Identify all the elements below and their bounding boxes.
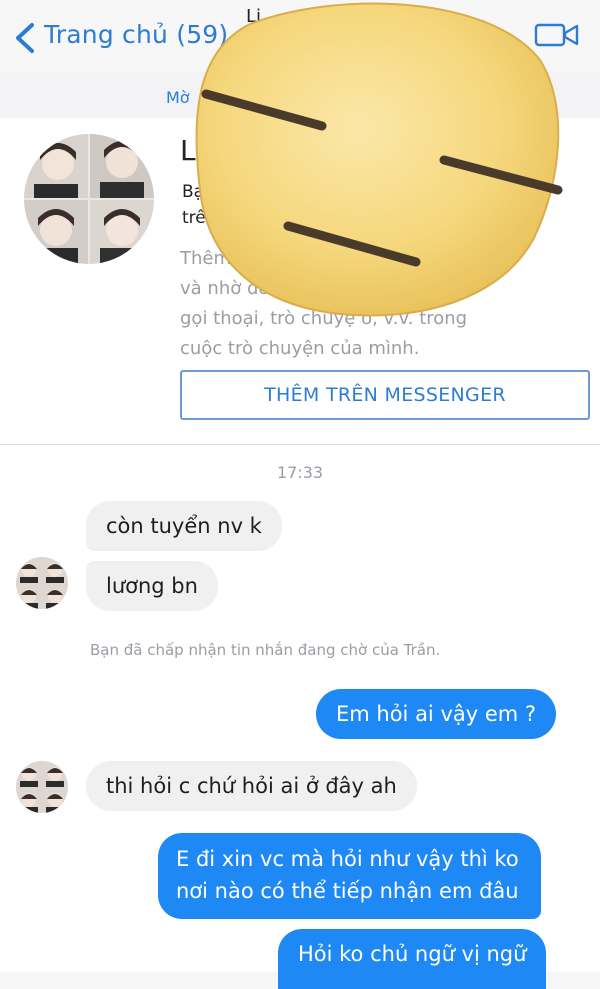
incoming-message-bubble[interactable]: lương bn [86, 561, 218, 611]
sender-avatar[interactable] [16, 557, 68, 609]
profile-description-line: và nhờ đó ận tiền, [180, 278, 344, 299]
message-line: nơi nào có thể tiếp nhận em đâu [176, 879, 519, 903]
subheader-bar: Mờ [0, 72, 600, 119]
profile-info-line: Bạ [182, 182, 205, 202]
message-line: E đi xin vc mà hỏi như vậy thì ko [176, 847, 519, 871]
profile-description-line: Thêm ể bạn [180, 248, 288, 269]
messenger-screen: Trang chủ (59) Li Mờ L Bạ trê Thêm ể bạn… [0, 0, 600, 989]
back-button[interactable]: Trang chủ (59) [44, 20, 228, 49]
profile-description-line: cuộc trò chuyện của mình. [180, 338, 420, 359]
avatar-collage-image [16, 761, 68, 813]
incoming-message-bubble[interactable]: còn tuyển nv k [86, 501, 282, 551]
back-chevron-icon[interactable] [12, 22, 38, 54]
avatar-collage-image [24, 134, 154, 264]
avatar-collage-image [16, 557, 68, 609]
profile-name: L [180, 134, 196, 167]
profile-info-line: trê [182, 208, 206, 228]
sender-avatar[interactable] [16, 761, 68, 813]
subheader-link[interactable]: Mờ [166, 88, 190, 107]
message-timestamp: 17:33 [276, 463, 324, 482]
add-on-messenger-button[interactable]: THÊM TRÊN MESSENGER [180, 370, 590, 420]
profile-description-line: gọi thoại, trò chuyệ o, v.v. trong [180, 308, 468, 329]
outgoing-message-bubble[interactable]: Em hỏi ai vậy em ? [316, 689, 557, 739]
profile-avatar[interactable] [24, 134, 154, 264]
video-camera-icon[interactable] [534, 20, 580, 50]
navigation-header: Trang chủ (59) Li [0, 0, 600, 73]
conversation-title: Li [246, 6, 262, 27]
profile-card: L Bạ trê Thêm ể bạn và nhờ đó ận tiền, g… [0, 118, 600, 445]
chat-thread[interactable]: 17:33 còn tuyển nv k lương bn Bạn đã chấ… [0, 445, 600, 989]
incoming-message-bubble[interactable]: thi hỏi c chứ hỏi ai ở đây ah [86, 761, 417, 811]
phone-icon[interactable] [474, 16, 510, 52]
outgoing-message-bubble[interactable]: Hỏi ko chủ ngữ vị ngữ [278, 929, 547, 989]
outgoing-message-bubble[interactable]: E đi xin vc mà hỏi như vậy thì ko nơi nà… [158, 833, 541, 919]
system-notice: Bạn đã chấp nhận tin nhắn đang chờ của T… [90, 641, 441, 659]
